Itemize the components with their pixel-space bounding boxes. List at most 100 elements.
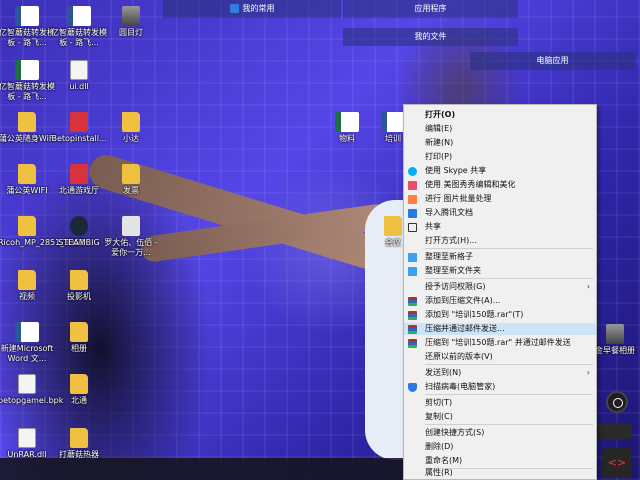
menu-item-properties[interactable]: 属性(R) — [404, 467, 596, 479]
desktop-icon[interactable]: 小达 — [102, 112, 160, 144]
menu-item-grant-access[interactable]: 授予访问权限(G) › — [404, 281, 596, 293]
word-icon — [15, 322, 39, 342]
menu-item-rename[interactable]: 重命名(M) — [404, 455, 596, 467]
menu-item-label: 进行 图片批量处理 — [425, 194, 492, 203]
winrar-icon — [408, 325, 417, 334]
desktop-icon[interactable]: 蒲公英随身WiFi — [0, 112, 56, 144]
desktop-icon[interactable]: 北通游戏厅 — [50, 164, 108, 196]
desktop-icon-label: 圆目灯 — [119, 28, 143, 37]
desktop-icon[interactable]: 亿智蘑菇转发模板 - 路飞... — [50, 6, 108, 48]
chevron-right-icon: › — [586, 282, 590, 291]
menu-item-new-folder[interactable]: 整理至新文件夹 — [404, 265, 596, 277]
taskbar[interactable] — [0, 458, 403, 480]
context-menu: 打开(O) 编辑(E) 新建(N) 打印(P) 使用 Skype 共享 使用 美… — [403, 104, 597, 480]
menu-item-tencent-docs[interactable]: 导入腾讯文档 — [404, 207, 596, 219]
menu-item-label: 压缩并通过邮件发送... — [425, 324, 505, 333]
menu-item-restore-versions[interactable]: 还原以前的版本(V) — [404, 351, 596, 363]
desktop-icon-label: 亿智蘑菇转发模板 - 路飞... — [0, 28, 55, 47]
desktop-icon[interactable]: 亿智蘑菇转发模板 - 路飞... — [0, 60, 56, 102]
menu-item-label: 打开方式(H)... — [425, 236, 477, 245]
menu-item-label: 复制(C) — [425, 412, 453, 421]
menu-item-edit[interactable]: 编辑(E) — [404, 123, 596, 135]
desktop-icon[interactable]: 蒲公英WIFI — [0, 164, 56, 196]
menu-item-label: 剪切(T) — [425, 398, 453, 407]
desktop-icon[interactable]: 打蘑菇热器 — [50, 428, 108, 460]
desktop-icon[interactable]: 视频 — [0, 270, 56, 302]
desktop-icon[interactable]: ui.dll — [50, 60, 108, 92]
folder-icon — [70, 322, 88, 342]
skype-icon — [408, 167, 417, 176]
tab-my-common[interactable]: 我的常用 — [163, 0, 341, 18]
menu-item-compress-email[interactable]: 压缩并通过邮件发送... — [404, 323, 596, 335]
menu-item-meitu[interactable]: 使用 美图秀秀编辑和美化 — [404, 179, 596, 191]
desktop-icon-label: 新建Microsoft Word 文... — [0, 344, 54, 363]
desktop-icon[interactable]: UnRAR.dll — [0, 428, 56, 460]
menu-item-label: 整理至新文件夹 — [425, 266, 481, 275]
desktop-icon[interactable]: 相册 — [50, 322, 108, 354]
menu-item-add-archive[interactable]: 添加到压缩文件(A)... — [404, 295, 596, 307]
image-icon — [606, 324, 624, 344]
desktop-icon[interactable]: Betopinstall... — [50, 112, 108, 144]
menu-item-open-with[interactable]: 打开方式(H)... — [404, 235, 596, 247]
tab-label: 我的文件 — [414, 32, 447, 41]
menu-item-copy[interactable]: 复制(C) — [404, 411, 596, 423]
menu-item-open[interactable]: 打开(O) — [404, 109, 596, 121]
menu-item-add-to-rar[interactable]: 添加到 "培训150题.rar"(T) — [404, 309, 596, 321]
menu-item-label: 创建快捷方式(S) — [425, 428, 485, 437]
desktop-icon[interactable]: STEAMBIG — [50, 216, 108, 248]
menu-item-label: 编辑(E) — [425, 124, 453, 133]
desktop-icon[interactable]: betopgamei.bpk — [0, 374, 63, 406]
tab-apps[interactable]: 应用程序 — [343, 0, 518, 18]
desktop-icon[interactable]: Ricoh_MP_2851_3351 — [0, 216, 85, 248]
desktop-icon-label: 投影机 — [67, 292, 91, 301]
floating-circle-button[interactable] — [606, 391, 628, 413]
menu-separator — [425, 364, 593, 365]
menu-item-new[interactable]: 新建(N) — [404, 137, 596, 149]
desktop-icon-label: 发票 — [123, 186, 139, 195]
folder-icon — [18, 216, 36, 236]
menu-item-label: 删除(D) — [425, 442, 454, 451]
menu-item-label: 新建(N) — [425, 138, 454, 147]
desktop-icon-label: 相册 — [71, 344, 87, 353]
desktop-icon-label: 小达 — [123, 134, 139, 143]
desktop-icon-label: STEAMBIG — [58, 238, 100, 247]
menu-item-send-to[interactable]: 发送到(N) › — [404, 367, 596, 379]
desktop-icon-label: Betopinstall... — [51, 134, 107, 143]
desktop-icon[interactable]: 亿智蘑菇转发模板 - 路飞... — [0, 6, 56, 48]
menu-item-skype-share[interactable]: 使用 Skype 共享 — [404, 165, 596, 177]
desktop-icon[interactable]: 投影机 — [50, 270, 108, 302]
folder-icon — [18, 164, 36, 184]
menu-item-compress-rar-email[interactable]: 压缩到 "培训150题.rar" 并通过邮件发送 — [404, 337, 596, 349]
desktop-icon-label: 亿智蘑菇转发模板 - 路飞... — [51, 28, 107, 47]
menu-item-scan-virus[interactable]: 扫描病毒(电脑管家) — [404, 381, 596, 393]
menu-item-label: 共享 — [425, 222, 441, 231]
code-icon[interactable]: <> — [602, 448, 632, 478]
menu-item-batch[interactable]: 进行 图片批量处理 — [404, 193, 596, 205]
desktop-icon-label: ui.dll — [69, 82, 89, 91]
tencent-docs-icon — [408, 209, 417, 218]
menu-item-delete[interactable]: 删除(D) — [404, 441, 596, 453]
menu-item-print[interactable]: 打印(P) — [404, 151, 596, 163]
file-icon — [70, 60, 88, 80]
menu-item-share[interactable]: 共享 — [404, 221, 596, 233]
desktop-icon[interactable]: 圆目灯 — [102, 6, 160, 38]
desktop-icon-label: 金早餐相册 — [595, 346, 635, 355]
menu-item-cut[interactable]: 剪切(T) — [404, 397, 596, 409]
desktop-icon[interactable]: 新建Microsoft Word 文... — [0, 322, 56, 364]
folder-icon — [122, 164, 140, 184]
tab-pc-apps[interactable]: 电脑应用 — [470, 52, 635, 70]
desktop-icon[interactable]: 罗大佑、伍佰 - 爱你一万... — [102, 216, 160, 258]
desktop-icon-label: 亿智蘑菇转发模板 - 路飞... — [0, 82, 55, 101]
folder-icon — [122, 112, 140, 132]
desktop-icon[interactable]: 金早餐相册 — [590, 324, 640, 356]
menu-item-new-grid[interactable]: 整理至新格子 — [404, 251, 596, 263]
menu-item-create-shortcut[interactable]: 创建快捷方式(S) — [404, 427, 596, 439]
menu-item-label: 使用 Skype 共享 — [425, 166, 487, 175]
desktop-icon[interactable]: 北通 — [50, 374, 108, 406]
menu-item-label: 整理至新格子 — [425, 252, 473, 261]
tab-my-files[interactable]: 我的文件 — [343, 28, 518, 46]
folder-icon — [18, 270, 36, 290]
desktop-icon[interactable]: 发票 — [102, 164, 160, 196]
desktop-icon-label: 北通 — [71, 396, 87, 405]
keyboard-icon[interactable] — [598, 423, 632, 439]
